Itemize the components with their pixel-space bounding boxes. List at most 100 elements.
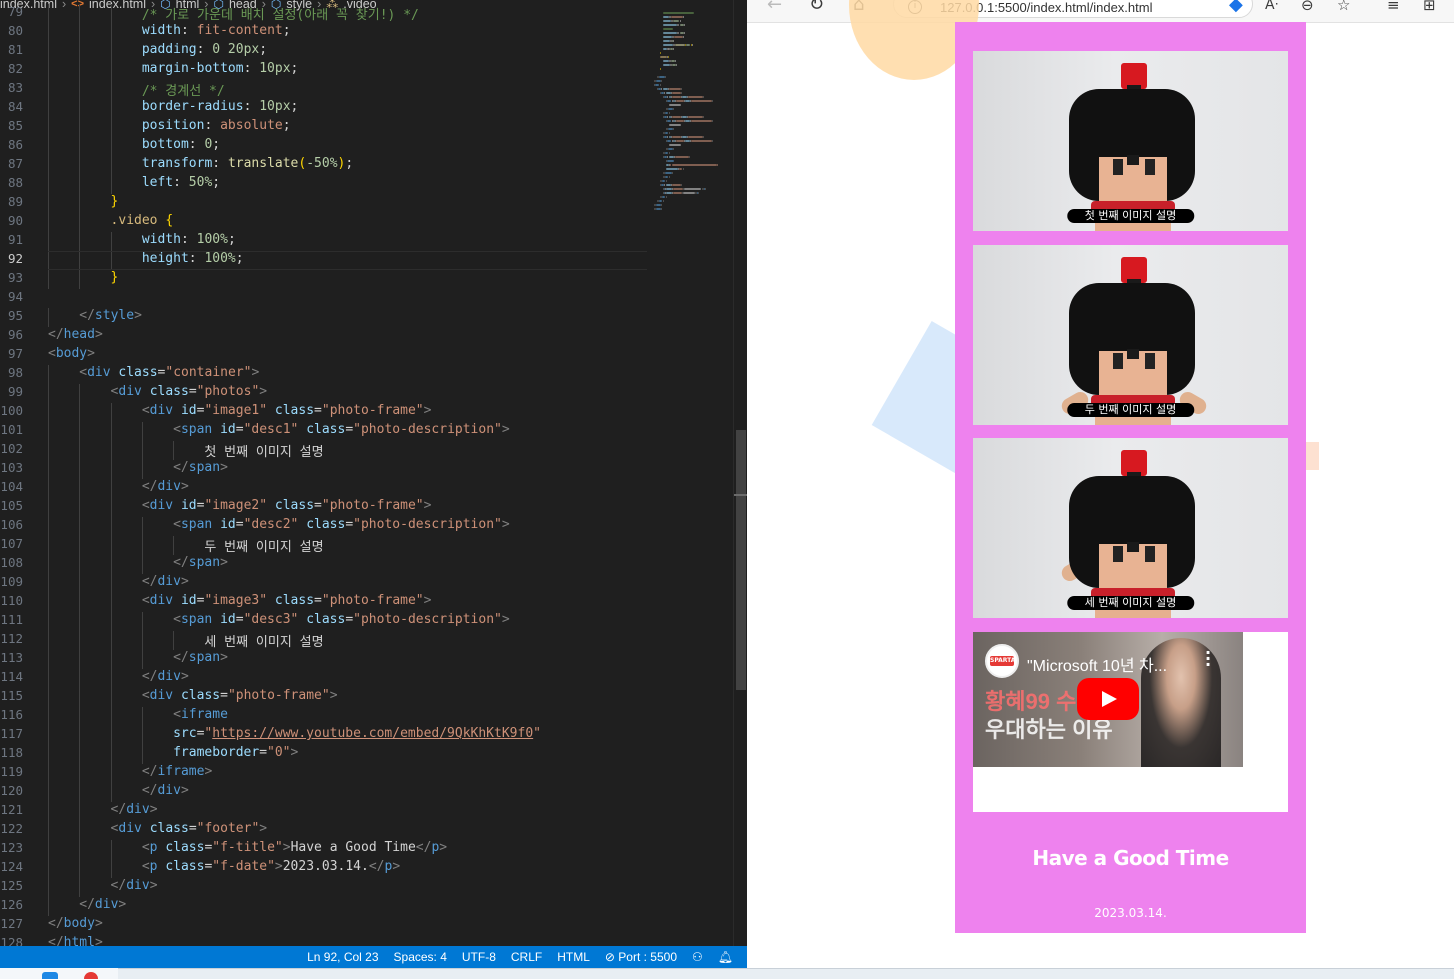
code-line[interactable]: 111 <span id="desc3" class="photo-descrip… bbox=[0, 612, 647, 631]
code-line[interactable]: 79 /* 가로 가운데 배치 설정(아래 꼭 찾기!) */ bbox=[0, 4, 647, 23]
code-line[interactable]: 106 <span id="desc2" class="photo-descrip… bbox=[0, 517, 647, 536]
code-editor[interactable]: index.html › <> index.html › ⬡ html › ⬡ … bbox=[0, 0, 747, 979]
editor-scrollbar[interactable] bbox=[733, 0, 747, 946]
code-line[interactable]: 93} bbox=[0, 270, 647, 289]
code-line[interactable]: 123 <p class="f-title">Have a Good Time</… bbox=[0, 840, 647, 859]
code-line[interactable]: 104 </div> bbox=[0, 479, 647, 498]
code-line[interactable]: 113 </span> bbox=[0, 650, 647, 669]
indent-guide bbox=[110, 479, 112, 498]
code-line[interactable]: 90 .video { bbox=[0, 213, 647, 232]
code-line[interactable]: 98 <div class="container"> bbox=[0, 365, 647, 384]
extension-icon[interactable]: ◆ bbox=[1229, 0, 1243, 15]
reload-icon[interactable]: ↻ bbox=[809, 0, 824, 15]
code-line[interactable]: 85 position: absolute; bbox=[0, 118, 647, 137]
indent-guide bbox=[48, 460, 49, 479]
code-line[interactable]: 101 <span id="desc1" class="photo-descrip… bbox=[0, 422, 647, 441]
code-text: </iframe> bbox=[142, 764, 212, 779]
browser-taskbar-icon[interactable] bbox=[84, 972, 98, 979]
code-token: ; bbox=[290, 99, 299, 114]
minimap[interactable] bbox=[654, 12, 739, 272]
more-options-icon[interactable]: · · · bbox=[1205, 645, 1211, 673]
code-line[interactable]: 126 </div> bbox=[0, 897, 647, 916]
code-line[interactable]: 81 padding: 0 20px; bbox=[0, 42, 647, 61]
channel-avatar[interactable]: SPARTA bbox=[985, 644, 1019, 678]
code-line[interactable]: 117 src="https://www.youtube.com/embed/9Q… bbox=[0, 726, 647, 745]
indent-guide bbox=[79, 859, 81, 878]
code-line[interactable]: 115 <div class="photo-frame"> bbox=[0, 688, 647, 707]
code-area[interactable]: 79 /* 가로 가운데 배치 설정(아래 꼭 찾기!) */ 80 width: f… bbox=[0, 4, 647, 954]
code-line[interactable]: 96 </head> bbox=[0, 327, 647, 346]
code-line[interactable]: 91 width: 100%; bbox=[0, 232, 647, 251]
code-line[interactable]: 99 <div class="photos"> bbox=[0, 384, 647, 403]
back-icon[interactable]: ← bbox=[767, 0, 782, 15]
code-token: < bbox=[141, 859, 150, 874]
encoding[interactable]: UTF-8 bbox=[462, 950, 496, 964]
code-line[interactable]: 95 </style> bbox=[0, 308, 647, 327]
cursor-position[interactable]: Ln 92, Col 23 bbox=[307, 950, 378, 964]
code-line[interactable]: 124 <p class="f-date">2023.03.14.</p> bbox=[0, 859, 647, 878]
code-line[interactable]: 122 <div class="footer"> bbox=[0, 821, 647, 840]
minimap-token bbox=[672, 128, 674, 130]
feedback-icon[interactable]: ⚇ bbox=[692, 950, 703, 964]
code-text: 세 번째 이미지 설명 bbox=[204, 631, 323, 650]
code-line[interactable]: 83 /* 경계선 */ bbox=[0, 80, 647, 99]
code-token: "photo-frame" bbox=[321, 403, 424, 418]
taskbar-button[interactable] bbox=[0, 968, 118, 979]
youtube-embed[interactable]: 황혜99 수 우대하는 이유 SPARTA "Microsoft 10년 차..… bbox=[973, 632, 1243, 767]
indent-guide bbox=[141, 707, 143, 726]
code-token: "photo-description" bbox=[353, 422, 502, 437]
scrollbar-thumb[interactable] bbox=[736, 430, 746, 690]
indent-guide bbox=[173, 536, 175, 555]
code-line[interactable]: 119 </iframe> bbox=[0, 764, 647, 783]
code-line[interactable]: 120 </div> bbox=[0, 783, 647, 802]
code-line[interactable]: 84 border-radius: 10px; bbox=[0, 99, 647, 118]
line-number: 92 bbox=[7, 251, 23, 266]
code-line[interactable]: 89} bbox=[0, 194, 647, 213]
notifications-icon[interactable]: 🔔︎ bbox=[718, 950, 733, 964]
code-line[interactable]: 112 세 번째 이미지 설명 bbox=[0, 631, 647, 650]
code-token: </ bbox=[415, 840, 432, 855]
indentation[interactable]: Spaces: 4 bbox=[394, 950, 447, 964]
code-line[interactable]: 86 bottom: 0; bbox=[0, 137, 647, 156]
live-server-port[interactable]: ⊘ Port : 5500 bbox=[605, 950, 677, 964]
indent-guide bbox=[110, 460, 112, 479]
code-line[interactable]: 94 bbox=[0, 289, 647, 308]
code-line[interactable]: 97 <body> bbox=[0, 346, 647, 365]
code-text: </div> bbox=[142, 479, 189, 494]
code-text: <div id="image1" class="photo-frame"> bbox=[142, 403, 432, 418]
code-line[interactable]: 80 width: fit-content; bbox=[0, 23, 647, 42]
code-line[interactable]: 108 </span> bbox=[0, 555, 647, 574]
code-line[interactable]: 110 <div id="image3" class="photo-frame"> bbox=[0, 593, 647, 612]
code-line[interactable]: 100 <div id="image1" class="photo-frame"> bbox=[0, 403, 647, 422]
indent-guide bbox=[48, 574, 49, 593]
code-line[interactable]: 109 </div> bbox=[0, 574, 647, 593]
language-mode[interactable]: HTML bbox=[557, 950, 590, 964]
code-line[interactable]: 127 </body> bbox=[0, 916, 647, 935]
code-line[interactable]: 88 left: 50%; bbox=[0, 175, 647, 194]
read-aloud-icon[interactable]: Aᐧ bbox=[1265, 0, 1278, 13]
code-line[interactable]: 87 transform: translate(-50%); bbox=[0, 156, 647, 175]
code-line[interactable]: 125 </div> bbox=[0, 878, 647, 897]
code-line[interactable]: 103 </span> bbox=[0, 460, 647, 479]
minimap-token bbox=[704, 188, 706, 190]
code-line[interactable]: 82 margin-bottom: 10px; bbox=[0, 61, 647, 80]
collections-icon[interactable]: ≡ bbox=[1387, 0, 1400, 14]
code-line[interactable]: 107 두 번째 이미지 설명 bbox=[0, 536, 647, 555]
code-line[interactable]: 118 frameborder="0"> bbox=[0, 745, 647, 764]
code-line[interactable]: 116 <iframe bbox=[0, 707, 647, 726]
code-token: class bbox=[165, 840, 205, 855]
code-line[interactable]: 121 </div> bbox=[0, 802, 647, 821]
code-line[interactable]: 102 첫 번째 이미지 설명 bbox=[0, 441, 647, 460]
play-button[interactable] bbox=[1077, 678, 1139, 720]
code-line[interactable]: 105 <div id="image2" class="photo-frame"> bbox=[0, 498, 647, 517]
code-text: </style> bbox=[79, 308, 142, 323]
code-text: width: 100%; bbox=[142, 232, 236, 247]
zoom-out-icon[interactable]: ⊖ bbox=[1301, 0, 1314, 14]
favorites-icon[interactable]: ☆ bbox=[1337, 0, 1350, 14]
code-line[interactable]: 114 </div> bbox=[0, 669, 647, 688]
add-tab-icon[interactable]: ⊞ bbox=[1423, 0, 1436, 14]
code-line[interactable]: 92 height: 100%; bbox=[0, 251, 647, 270]
vscode-taskbar-icon[interactable] bbox=[42, 972, 58, 979]
video-title[interactable]: "Microsoft 10년 차... bbox=[1027, 652, 1167, 676]
line-ending[interactable]: CRLF bbox=[511, 950, 542, 964]
